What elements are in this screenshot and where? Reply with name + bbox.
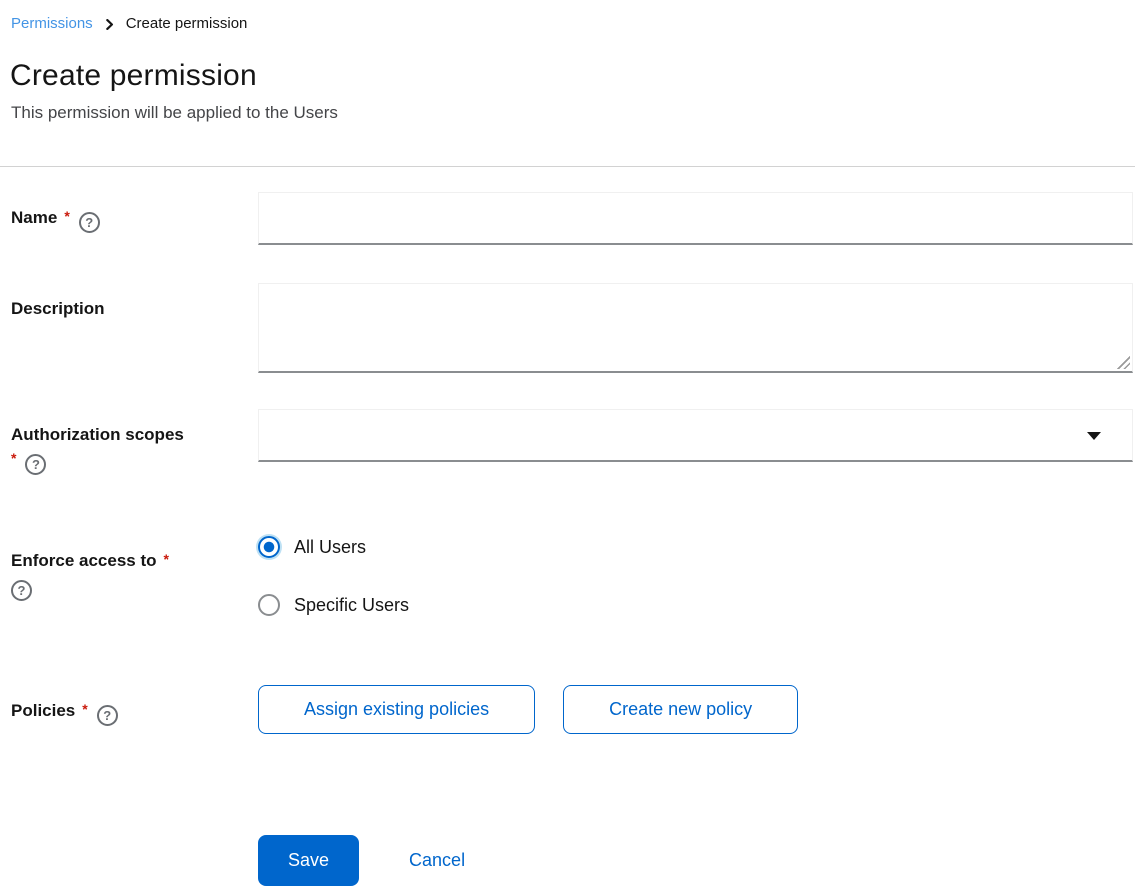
name-input[interactable] — [258, 192, 1133, 245]
description-label: Description — [11, 283, 196, 321]
form-row-policies: Policies *? Assign existing policies Crea… — [11, 685, 1133, 734]
name-label-text: Name — [11, 208, 57, 227]
required-asterisk: * — [82, 701, 87, 717]
radio-label: Specific Users — [294, 593, 409, 617]
policies-label: Policies *? — [11, 685, 196, 726]
enforce-access-to-label: Enforce access to * ? — [11, 535, 196, 601]
description-textarea[interactable] — [258, 283, 1133, 373]
radio-option-specific-users[interactable]: Specific Users — [258, 593, 1133, 617]
caret-down-icon — [1087, 432, 1101, 440]
create-permission-form: Name *? Description Authorization scopes … — [0, 167, 1135, 886]
policies-label-text: Policies — [11, 701, 75, 720]
radio-selected-icon[interactable] — [258, 536, 280, 558]
required-asterisk: * — [11, 450, 16, 466]
enforce-access-radio-group: All Users Specific Users — [258, 535, 1133, 617]
page-subtitle: This permission will be applied to the U… — [11, 102, 1135, 124]
required-asterisk: * — [64, 208, 69, 224]
description-label-text: Description — [11, 299, 105, 318]
radio-label: All Users — [294, 535, 366, 559]
breadcrumb: Permissions Create permission — [0, 0, 1135, 33]
authorization-scopes-select[interactable] — [258, 409, 1133, 462]
page-title: Create permission — [10, 57, 1135, 95]
breadcrumb-current: Create permission — [126, 15, 248, 33]
radio-option-all-users[interactable]: All Users — [258, 535, 1133, 559]
create-new-policy-button[interactable]: Create new policy — [563, 685, 798, 734]
form-row-description: Description — [11, 283, 1133, 373]
breadcrumb-separator-icon — [104, 19, 115, 30]
name-label: Name *? — [11, 192, 196, 233]
help-icon[interactable]: ? — [97, 705, 118, 726]
authorization-scopes-label: Authorization scopes *? — [11, 409, 196, 475]
help-icon[interactable]: ? — [11, 580, 32, 601]
required-asterisk: * — [164, 551, 169, 567]
help-icon[interactable]: ? — [25, 454, 46, 475]
save-button[interactable]: Save — [258, 835, 359, 886]
enforce-access-to-label-text: Enforce access to — [11, 551, 157, 570]
form-row-enforce-access-to: Enforce access to * ? All Users Specific … — [11, 535, 1133, 617]
form-row-authorization-scopes: Authorization scopes *? — [11, 409, 1133, 475]
cancel-link[interactable]: Cancel — [409, 850, 465, 871]
authorization-scopes-label-text: Authorization scopes — [11, 423, 196, 447]
help-icon[interactable]: ? — [79, 212, 100, 233]
form-row-actions: Save Cancel — [11, 835, 1133, 886]
breadcrumb-link-permissions[interactable]: Permissions — [11, 15, 93, 33]
assign-existing-policies-button[interactable]: Assign existing policies — [258, 685, 535, 734]
radio-unselected-icon[interactable] — [258, 594, 280, 616]
form-row-name: Name *? — [11, 192, 1133, 245]
